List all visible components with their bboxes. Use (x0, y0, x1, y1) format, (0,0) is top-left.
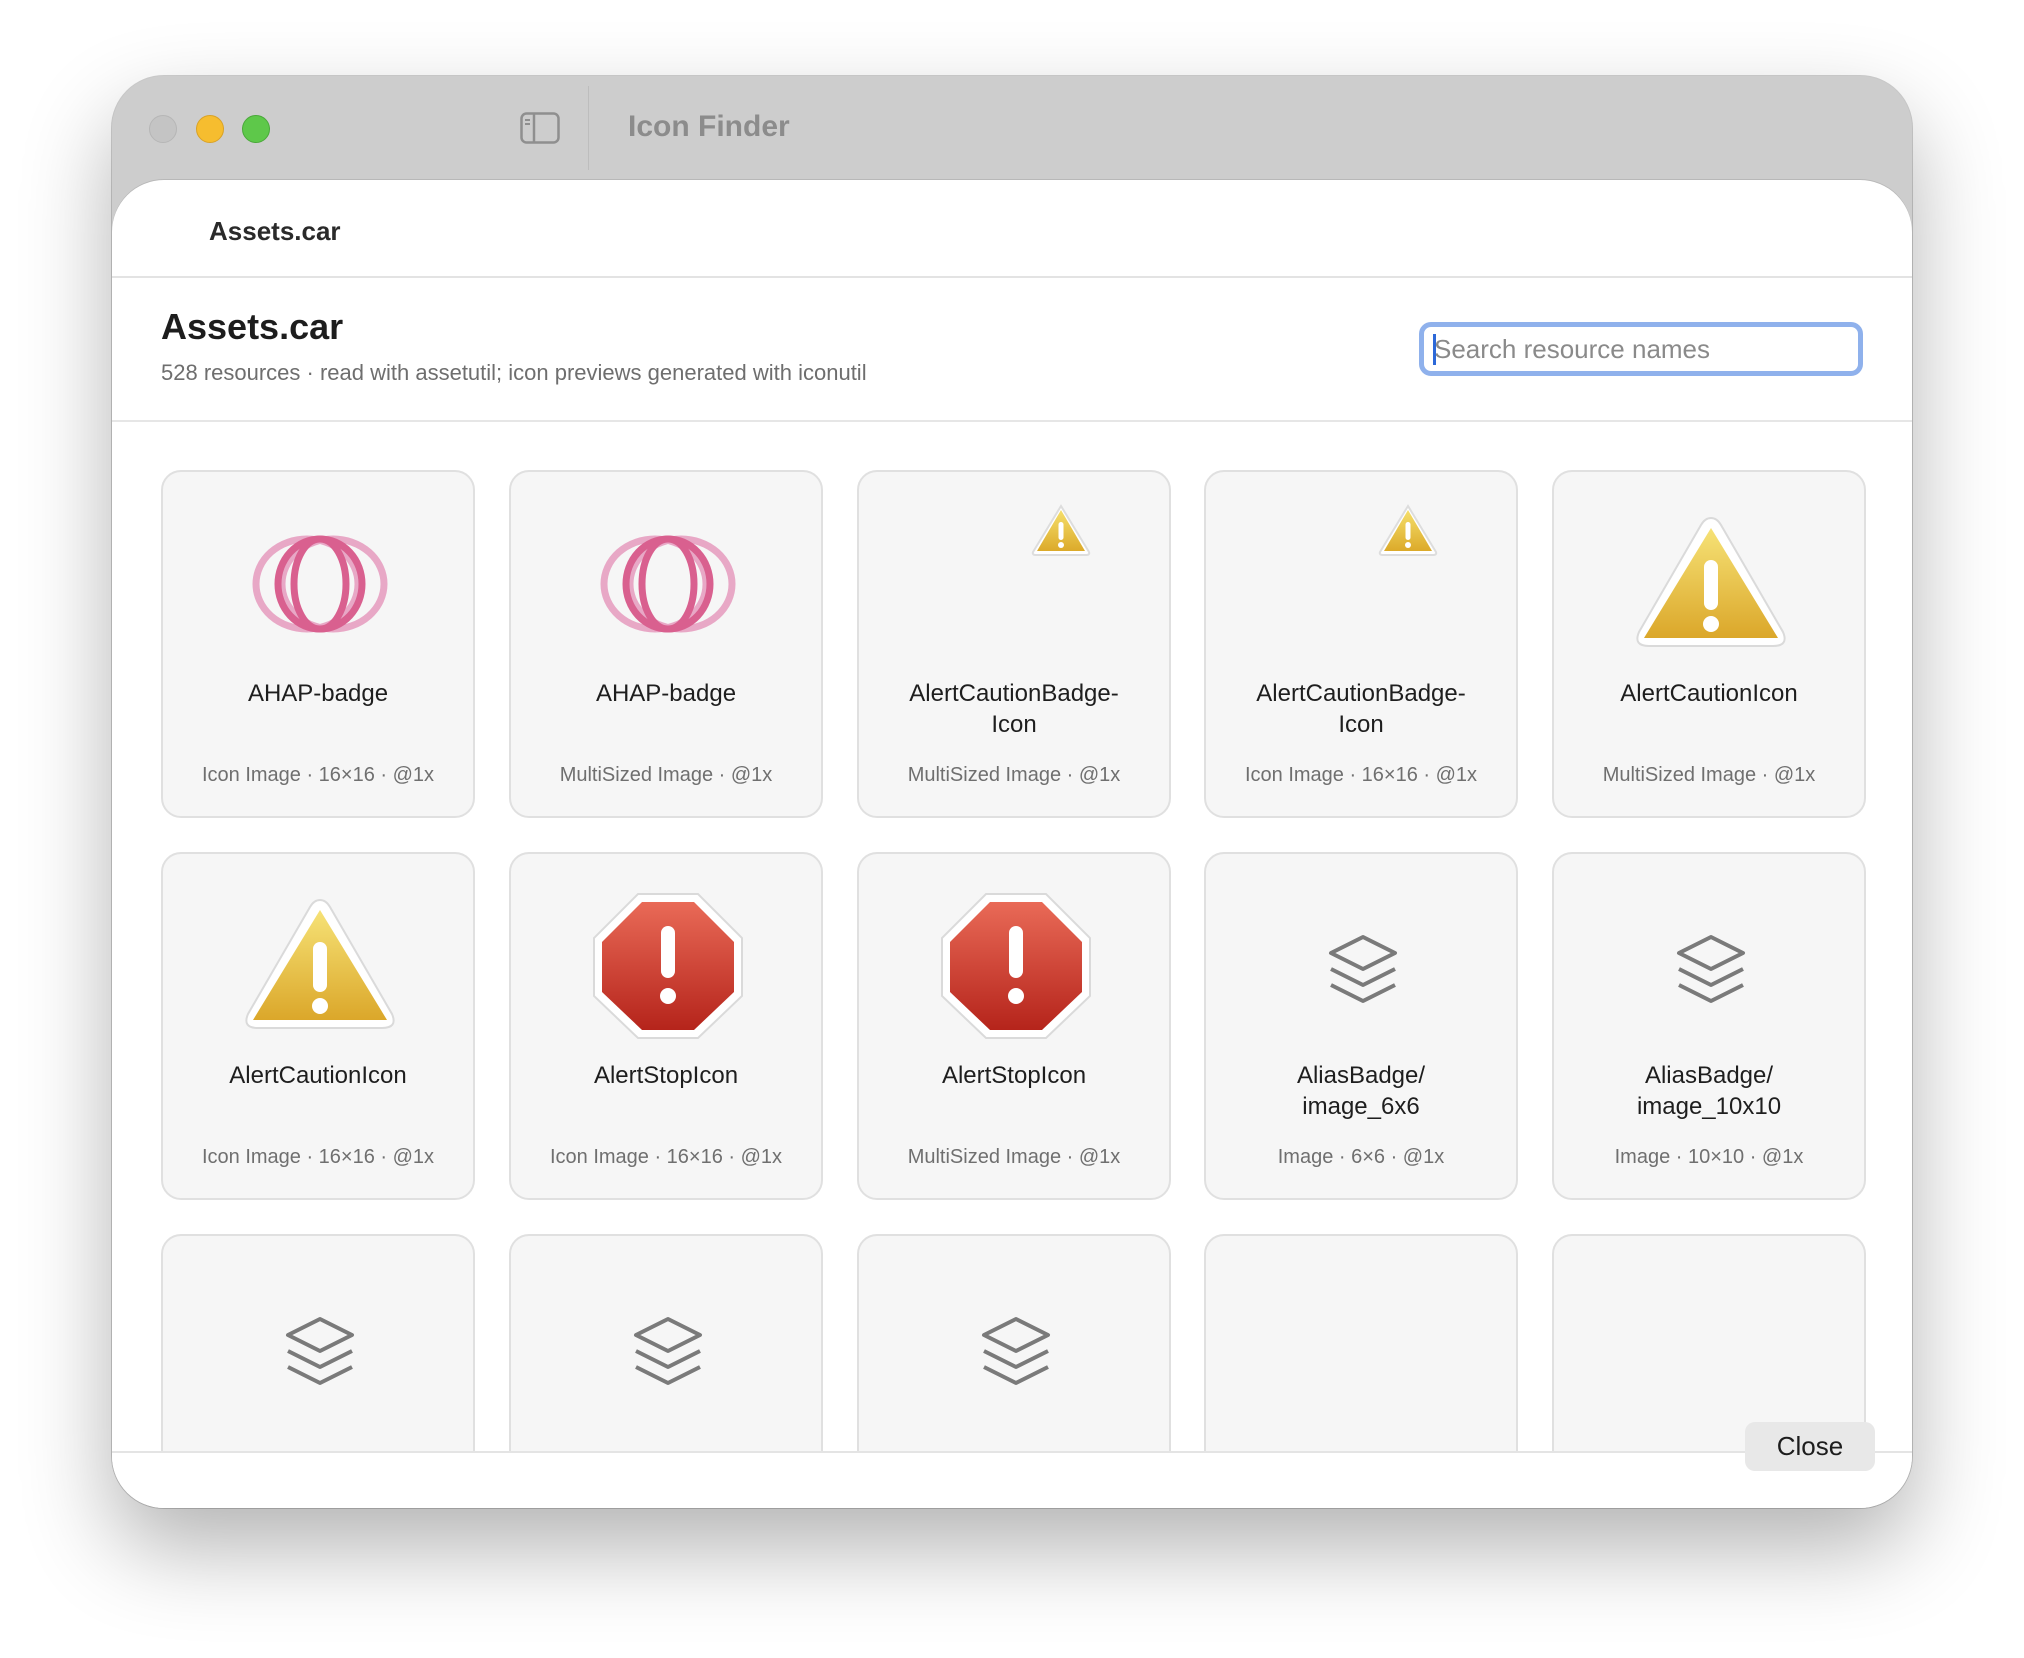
sheet-title: Assets.car (209, 216, 341, 246)
resource-name: AlertCautionBadge- Icon (909, 680, 1119, 738)
resource-card[interactable]: AliasBadge/ image_6x6 Image · 6×6 · @1x (1204, 852, 1518, 1200)
resource-card[interactable]: AlertCautionBadge- Icon Icon Image · 16×1… (1204, 470, 1518, 818)
resource-card[interactable] (1204, 1234, 1518, 1451)
resource-meta: MultiSized Image · @1x (907, 764, 1121, 786)
app-window: Icon Finder Assets.car Assets.car 528 re… (112, 76, 1912, 1508)
page-title: Assets.car (161, 306, 344, 347)
resource-name: AHAP-badge (595, 680, 737, 707)
resource-meta: MultiSized Image · @1x (1602, 764, 1816, 786)
resource-name: AlertStopIcon (593, 1062, 739, 1089)
resource-card[interactable]: AlertStopIcon MultiSized Image · @1x (857, 852, 1171, 1200)
close-button[interactable]: Close (1745, 1422, 1875, 1471)
resource-card[interactable] (509, 1234, 823, 1451)
divider (112, 276, 1912, 278)
resource-card[interactable]: AHAP-badge Icon Image · 16×16 · @1x (161, 470, 475, 818)
ahap-rings-icon (511, 472, 821, 662)
resource-card[interactable]: AlertCautionIcon MultiSized Image · @1x (1552, 470, 1866, 818)
text-caret (1433, 334, 1436, 365)
resource-name: AliasBadge/ image_6x6 (1296, 1062, 1426, 1120)
layers-icon (1206, 854, 1516, 1044)
resource-meta: Icon Image · 16×16 · @1x (201, 1146, 435, 1168)
resource-meta: MultiSized Image · @1x (559, 764, 773, 786)
window-title: Icon Finder (628, 110, 790, 143)
stop-octagon-icon (859, 854, 1169, 1044)
resource-meta: Image · 6×6 · @1x (1277, 1146, 1445, 1168)
resource-name: AlertCautionBadge- Icon (1256, 680, 1466, 738)
resource-name: AlertCautionIcon (1620, 680, 1798, 707)
empty-preview (1206, 1236, 1516, 1426)
resource-card[interactable] (161, 1234, 475, 1451)
resource-meta: MultiSized Image · @1x (907, 1146, 1121, 1168)
resource-meta: Icon Image · 16×16 · @1x (549, 1146, 783, 1168)
layers-icon (511, 1236, 821, 1426)
assets-sheet: Assets.car Assets.car 528 resources · re… (112, 180, 1912, 1508)
resource-card[interactable] (857, 1234, 1171, 1451)
sheet-footer (112, 1453, 1912, 1508)
resource-card[interactable]: AlertStopIcon Icon Image · 16×16 · @1x (509, 852, 823, 1200)
search-input[interactable] (1419, 322, 1863, 376)
resource-summary: 528 resources · read with assetutil; ico… (161, 360, 867, 385)
caution-triangle-icon (163, 854, 473, 1044)
resource-grid[interactable]: AHAP-badge Icon Image · 16×16 · @1x AHAP-… (112, 422, 1912, 1451)
caution-badge-icon (1206, 472, 1516, 662)
layers-icon (163, 1236, 473, 1426)
resource-meta: Image · 10×10 · @1x (1614, 1146, 1804, 1168)
caution-badge-icon (859, 472, 1169, 662)
stop-octagon-icon (511, 854, 821, 1044)
close-window-button[interactable] (149, 115, 177, 143)
layers-icon (859, 1236, 1169, 1426)
resource-card[interactable]: AHAP-badge MultiSized Image · @1x (509, 470, 823, 818)
resource-name: AHAP-badge (247, 680, 389, 707)
resource-card[interactable]: AlertCautionIcon Icon Image · 16×16 · @1x (161, 852, 475, 1200)
ahap-rings-icon (163, 472, 473, 662)
caution-triangle-icon (1554, 472, 1864, 662)
layers-icon (1554, 854, 1864, 1044)
zoom-window-button[interactable] (242, 115, 270, 143)
resource-card[interactable]: AliasBadge/ image_10x10 Image · 10×10 · @… (1552, 852, 1866, 1200)
sidebar-toggle-icon[interactable] (520, 112, 560, 144)
resource-name: AlertStopIcon (941, 1062, 1087, 1089)
titlebar-divider (588, 86, 589, 170)
resource-name: AlertCautionIcon (229, 1062, 407, 1089)
resource-card[interactable] (1552, 1234, 1866, 1451)
minimize-window-button[interactable] (196, 115, 224, 143)
empty-preview (1554, 1236, 1864, 1426)
title-bar: Icon Finder (112, 76, 1912, 181)
resource-meta: Icon Image · 16×16 · @1x (1244, 764, 1478, 786)
resource-name: AliasBadge/ image_10x10 (1636, 1062, 1782, 1120)
resource-meta: Icon Image · 16×16 · @1x (201, 764, 435, 786)
resource-card[interactable]: AlertCautionBadge- Icon MultiSized Image … (857, 470, 1171, 818)
